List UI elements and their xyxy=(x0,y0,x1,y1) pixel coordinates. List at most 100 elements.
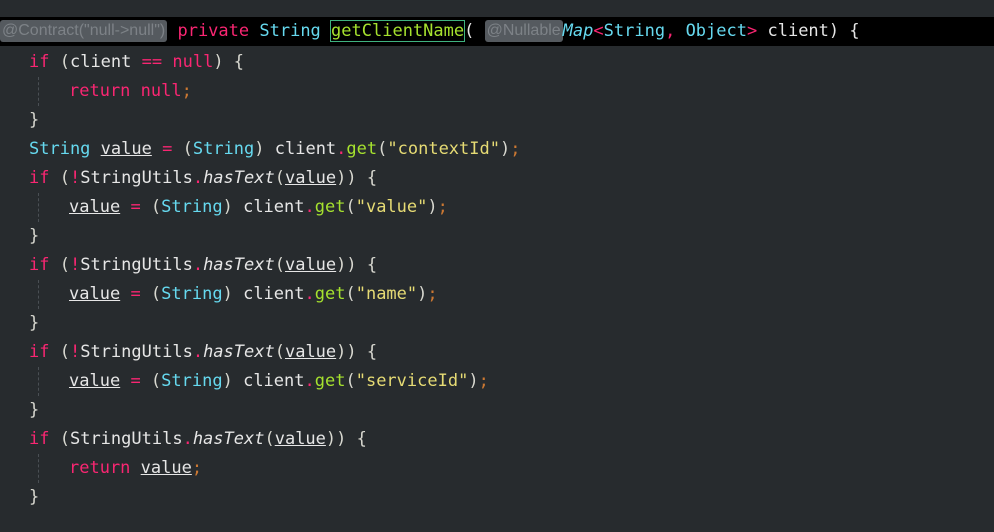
code-line: value = (String) client.get("name"); xyxy=(69,284,438,304)
keyword-if: if xyxy=(29,168,50,188)
keyword-null: null xyxy=(172,52,214,72)
generic-close: > xyxy=(746,21,758,41)
keyword-private: private xyxy=(177,21,250,41)
operator: = xyxy=(130,284,141,304)
indent-guide xyxy=(38,77,39,106)
indent-guide xyxy=(38,193,39,222)
identifier: client xyxy=(274,139,337,159)
keyword-if: if xyxy=(29,52,50,72)
code-line: return null; xyxy=(69,77,192,106)
semicolon: ; xyxy=(437,197,448,217)
nullable-inlay-hint: @Nullable xyxy=(484,20,563,42)
code-editor[interactable]: @Contract("null->null") private String g… xyxy=(0,0,994,532)
identifier: client xyxy=(243,284,305,304)
static-method: hasText xyxy=(203,342,275,362)
method-call: get xyxy=(314,284,346,304)
code-line: String value = (String) client.get("cont… xyxy=(29,139,521,159)
type: String xyxy=(161,197,223,217)
keyword-return: return xyxy=(69,81,131,101)
code-line: value = (String) client.get("value"); xyxy=(69,197,448,217)
string-literal: "name" xyxy=(355,284,418,304)
type: String xyxy=(192,139,255,159)
brace: } xyxy=(29,110,40,130)
brace: } xyxy=(29,226,40,246)
code-line: if (!StringUtils.hasText(value)) { xyxy=(29,342,378,362)
semicolon: ; xyxy=(181,81,192,101)
variable-value: value xyxy=(274,429,326,449)
keyword-return: return xyxy=(69,458,131,478)
return-type: String xyxy=(259,21,321,41)
code-line: } xyxy=(29,483,39,512)
class-ref: StringUtils xyxy=(80,168,193,188)
code-line: } xyxy=(29,309,39,338)
semicolon: ; xyxy=(191,458,203,478)
keyword-if: if xyxy=(29,429,50,449)
comma: , xyxy=(665,21,676,41)
keyword-null: null xyxy=(140,81,182,101)
code-line: } xyxy=(29,106,39,135)
static-method: hasText xyxy=(192,429,265,449)
variable-value: value xyxy=(69,371,121,391)
brace: } xyxy=(29,313,40,333)
dot: . xyxy=(304,371,315,391)
keyword-if: if xyxy=(29,255,50,275)
brace: } xyxy=(29,487,40,507)
indent-guide xyxy=(38,367,39,396)
indent-guide xyxy=(38,280,39,309)
operator: = xyxy=(162,139,173,159)
keyword-if: if xyxy=(29,342,50,362)
semicolon: ; xyxy=(478,371,489,391)
variable-value: value xyxy=(100,139,152,159)
variable-value: value xyxy=(284,168,337,188)
semicolon: ; xyxy=(427,284,438,304)
operator: = xyxy=(130,197,141,217)
dot: . xyxy=(192,342,204,362)
variable-value: value xyxy=(284,255,337,275)
generic-object: Object xyxy=(685,21,747,41)
method-name[interactable]: getClientName xyxy=(330,20,466,42)
operator: == xyxy=(141,52,163,72)
class-ref: StringUtils xyxy=(80,342,193,362)
generic-string: String xyxy=(603,21,666,41)
dot: . xyxy=(192,168,204,188)
dot: . xyxy=(182,429,193,449)
dot: . xyxy=(304,284,315,304)
contract-inlay-hint: @Contract("null->null") xyxy=(0,20,168,42)
code-line: if (StringUtils.hasText(value)) { xyxy=(29,429,367,449)
param-type-map: Map xyxy=(562,21,594,41)
operator: ! xyxy=(69,255,81,275)
type: String xyxy=(161,284,223,304)
dot: . xyxy=(336,139,347,159)
identifier: client xyxy=(243,197,305,217)
class-ref: StringUtils xyxy=(80,255,193,275)
static-method: hasText xyxy=(203,255,275,275)
type: String xyxy=(29,139,91,159)
code-line: } xyxy=(29,222,39,251)
method-signature-line: @Contract("null->null") private String g… xyxy=(0,17,994,46)
code-line: if (client == null) { xyxy=(29,52,245,72)
operator: ! xyxy=(69,168,81,188)
string-literal: "contextId" xyxy=(387,139,500,159)
method-call: get xyxy=(346,139,378,159)
method-call: get xyxy=(314,197,346,217)
variable-value: value xyxy=(140,458,192,478)
code-line: } xyxy=(29,396,39,425)
indent-guide xyxy=(38,454,39,483)
generic-open: < xyxy=(593,21,604,41)
static-method: hasText xyxy=(203,168,275,188)
operator: ! xyxy=(69,342,81,362)
code-line: return value; xyxy=(69,454,202,483)
string-literal: "value" xyxy=(355,197,428,217)
brace: } xyxy=(29,400,40,420)
identifier: client xyxy=(243,371,305,391)
identifier: client xyxy=(69,52,132,72)
operator: = xyxy=(130,371,141,391)
variable-value: value xyxy=(69,284,121,304)
paren: ( xyxy=(464,21,475,41)
code-line: if (!StringUtils.hasText(value)) { xyxy=(29,168,378,188)
variable-value: value xyxy=(69,197,121,217)
dot: . xyxy=(192,255,204,275)
signature-brace: ) { xyxy=(828,21,860,41)
param-client: client xyxy=(767,21,829,41)
method-call: get xyxy=(314,371,346,391)
